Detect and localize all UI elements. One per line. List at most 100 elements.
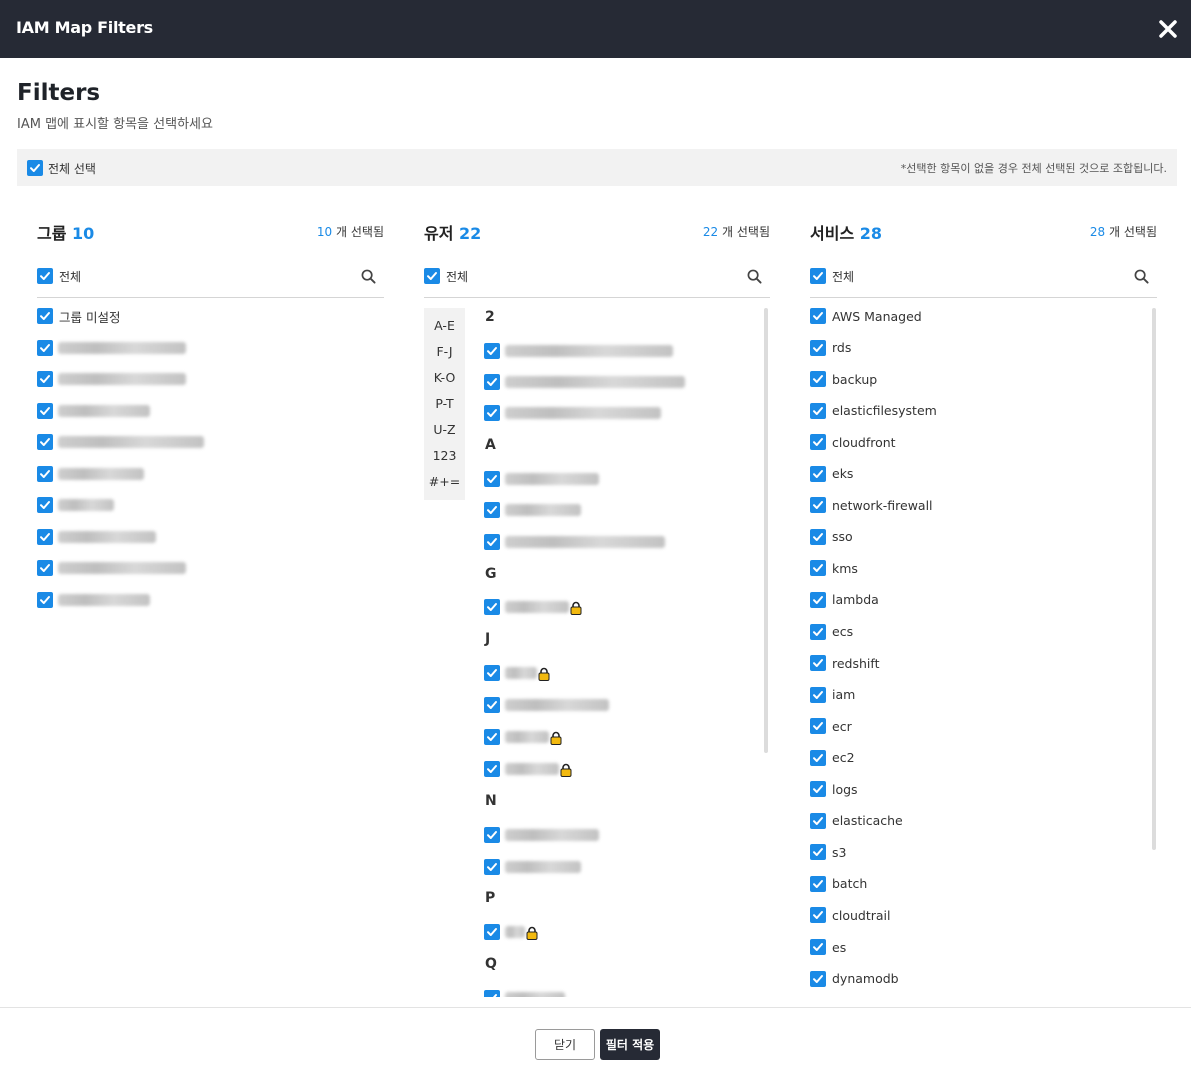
list-item[interactable] xyxy=(37,496,114,514)
item-checkbox[interactable] xyxy=(810,781,826,798)
users-scrollbar[interactable] xyxy=(764,308,768,753)
list-item[interactable] xyxy=(37,370,186,388)
list-item[interactable] xyxy=(484,858,581,876)
search-icon[interactable] xyxy=(1134,269,1149,284)
item-checkbox[interactable] xyxy=(810,655,826,672)
list-item[interactable] xyxy=(37,465,144,483)
index-u-z[interactable]: U-Z xyxy=(424,422,465,437)
item-checkbox[interactable] xyxy=(810,812,826,829)
search-icon[interactable] xyxy=(747,269,762,284)
list-item[interactable] xyxy=(484,664,550,682)
item-checkbox[interactable] xyxy=(810,749,826,766)
list-item[interactable] xyxy=(484,598,582,616)
users-all-toggle[interactable]: 전체 xyxy=(424,267,468,285)
index-k-o[interactable]: K-O xyxy=(424,370,465,385)
item-checkbox[interactable] xyxy=(484,924,500,940)
list-item[interactable] xyxy=(484,826,599,844)
list-item[interactable]: 그룹 미설정 xyxy=(37,307,120,325)
item-checkbox[interactable] xyxy=(810,970,826,987)
item-checkbox[interactable] xyxy=(810,718,826,735)
item-checkbox[interactable] xyxy=(484,471,500,487)
list-item[interactable] xyxy=(484,373,685,391)
item-checkbox[interactable] xyxy=(37,560,53,576)
item-checkbox[interactable] xyxy=(37,466,53,482)
item-checkbox[interactable] xyxy=(484,502,500,518)
service-item[interactable]: ecr xyxy=(810,717,852,735)
item-checkbox[interactable] xyxy=(37,340,53,356)
item-checkbox[interactable] xyxy=(37,497,53,513)
item-checkbox[interactable] xyxy=(484,761,500,777)
groups-all-toggle[interactable]: 전체 xyxy=(37,267,81,285)
item-checkbox[interactable] xyxy=(484,827,500,843)
item-checkbox[interactable] xyxy=(37,434,53,450)
service-item[interactable]: AWS Managed xyxy=(810,307,922,325)
index-123[interactable]: 123 xyxy=(424,448,465,463)
index-p-t[interactable]: P-T xyxy=(424,396,465,411)
item-checkbox[interactable] xyxy=(810,434,826,451)
users-all-checkbox[interactable] xyxy=(424,268,440,284)
list-item[interactable] xyxy=(484,696,609,714)
service-item[interactable]: dynamodb xyxy=(810,970,899,988)
service-item[interactable]: batch xyxy=(810,875,867,893)
item-checkbox[interactable] xyxy=(810,686,826,703)
item-checkbox[interactable] xyxy=(810,591,826,608)
service-item[interactable]: kms xyxy=(810,559,858,577)
item-checkbox[interactable] xyxy=(484,343,500,359)
services-all-toggle[interactable]: 전체 xyxy=(810,267,854,285)
service-item[interactable]: elasticfilesystem xyxy=(810,402,937,420)
item-checkbox[interactable] xyxy=(810,497,826,514)
services-all-checkbox[interactable] xyxy=(810,268,826,284)
item-checkbox[interactable] xyxy=(810,308,826,324)
index-f-j[interactable]: F-J xyxy=(424,344,465,359)
item-checkbox[interactable] xyxy=(810,623,826,640)
item-checkbox[interactable] xyxy=(484,729,500,745)
item-checkbox[interactable] xyxy=(810,844,826,861)
select-all-checkbox[interactable] xyxy=(27,160,43,176)
service-item[interactable]: ec2 xyxy=(810,749,855,767)
service-item[interactable]: lambda xyxy=(810,591,879,609)
list-item[interactable] xyxy=(37,528,156,546)
apply-filter-button[interactable]: 필터 적용 xyxy=(600,1029,660,1060)
index-a-e[interactable]: A-E xyxy=(424,318,465,333)
item-checkbox[interactable] xyxy=(37,308,53,324)
list-item[interactable] xyxy=(484,923,538,941)
item-checkbox[interactable] xyxy=(810,465,826,482)
service-item[interactable]: es xyxy=(810,938,846,956)
item-checkbox[interactable] xyxy=(37,529,53,545)
service-item[interactable]: ecs xyxy=(810,623,853,641)
item-checkbox[interactable] xyxy=(810,907,826,924)
item-checkbox[interactable] xyxy=(810,339,826,356)
list-item[interactable] xyxy=(37,559,186,577)
service-item[interactable]: iam xyxy=(810,686,855,704)
list-item[interactable] xyxy=(484,728,562,746)
service-item[interactable]: sso xyxy=(810,528,853,546)
item-checkbox[interactable] xyxy=(810,371,826,388)
item-checkbox[interactable] xyxy=(37,592,53,608)
item-checkbox[interactable] xyxy=(484,599,500,615)
list-item[interactable] xyxy=(37,402,150,420)
list-item[interactable] xyxy=(484,404,661,422)
service-item[interactable]: redshift xyxy=(810,654,879,672)
item-checkbox[interactable] xyxy=(484,697,500,713)
item-checkbox[interactable] xyxy=(484,534,500,550)
list-item[interactable] xyxy=(484,501,581,519)
item-checkbox[interactable] xyxy=(810,402,826,419)
item-checkbox[interactable] xyxy=(37,371,53,387)
service-item[interactable]: cloudtrail xyxy=(810,906,891,924)
service-item[interactable]: backup xyxy=(810,370,877,388)
close-icon[interactable] xyxy=(1157,18,1179,40)
service-item[interactable]: s3 xyxy=(810,843,846,861)
services-scrollbar[interactable] xyxy=(1152,308,1156,850)
service-item[interactable]: elasticache xyxy=(810,812,903,830)
groups-all-checkbox[interactable] xyxy=(37,268,53,284)
close-button[interactable]: 닫기 xyxy=(535,1029,595,1060)
item-checkbox[interactable] xyxy=(484,665,500,681)
list-item[interactable] xyxy=(484,342,673,360)
list-item[interactable] xyxy=(484,533,665,551)
item-checkbox[interactable] xyxy=(810,528,826,545)
service-item[interactable]: rds xyxy=(810,339,851,357)
item-checkbox[interactable] xyxy=(810,560,826,577)
list-item[interactable] xyxy=(484,470,599,488)
item-checkbox[interactable] xyxy=(484,859,500,875)
search-icon[interactable] xyxy=(361,269,376,284)
